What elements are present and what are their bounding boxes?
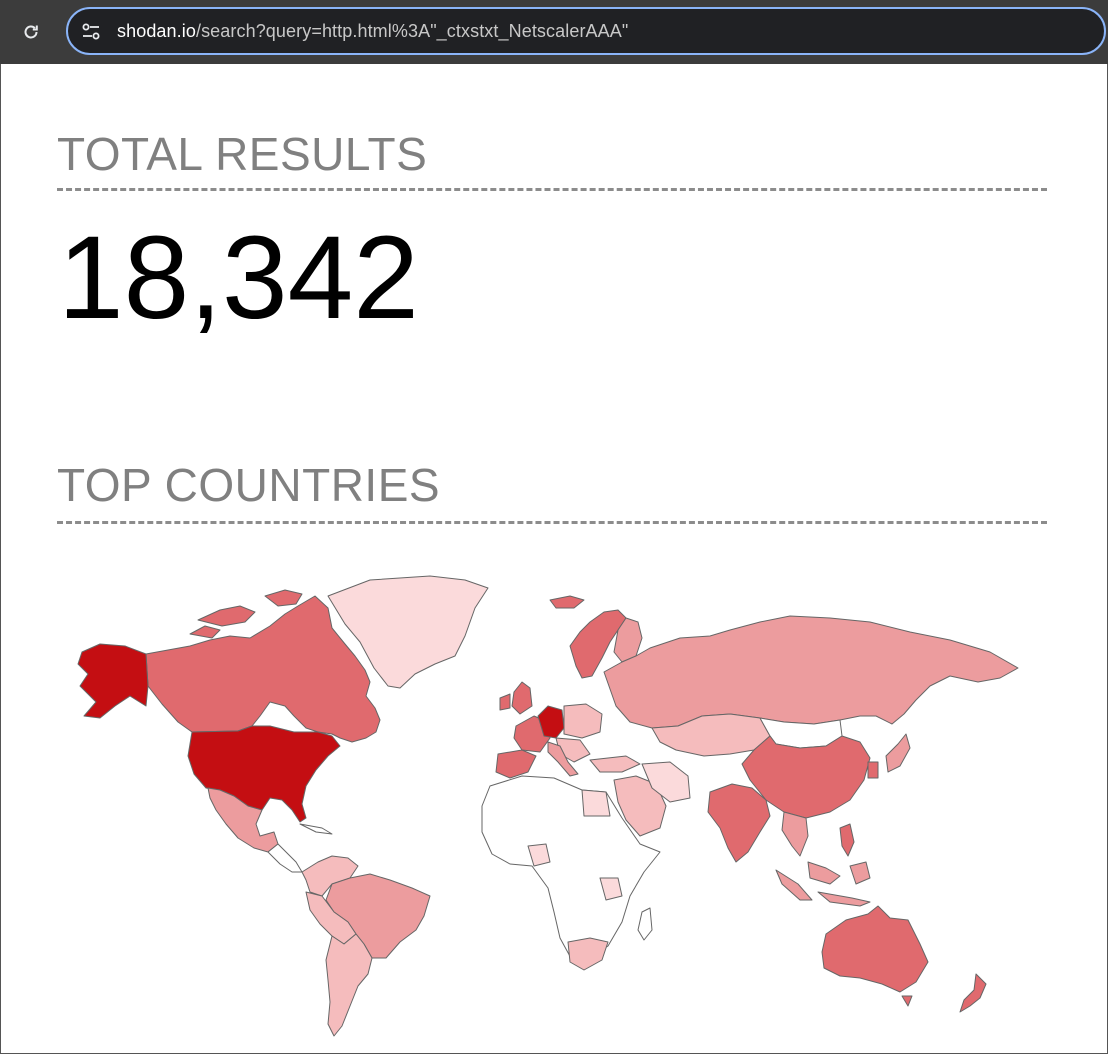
- top-countries-title: TOP COUNTRIES: [57, 459, 441, 511]
- total-results-value: 18,342: [58, 212, 419, 344]
- country-uk[interactable]: [511, 681, 533, 715]
- tune-icon[interactable]: [80, 21, 102, 43]
- browser-toolbar: shodan.io/search?query=http.html%3A"_ctx…: [0, 0, 1108, 64]
- country-argentina[interactable]: [325, 933, 373, 1037]
- country-southeast-asia[interactable]: [781, 811, 841, 885]
- country-australia[interactable]: [821, 905, 929, 993]
- country-ireland[interactable]: [499, 693, 511, 711]
- country-madagascar[interactable]: [637, 907, 653, 941]
- country-india[interactable]: [707, 783, 771, 863]
- country-egypt[interactable]: [581, 789, 611, 817]
- top-countries-divider: [57, 521, 1047, 524]
- world-map[interactable]: [70, 566, 1040, 1044]
- country-japan[interactable]: [885, 733, 911, 773]
- country-south-africa[interactable]: [567, 937, 609, 971]
- country-turkey[interactable]: [589, 755, 641, 773]
- country-alaska[interactable]: [77, 643, 149, 719]
- country-russia[interactable]: [603, 615, 1019, 729]
- reload-icon[interactable]: [18, 19, 44, 45]
- country-iceland[interactable]: [549, 595, 585, 609]
- url-path: /search?query=http.html%3A"_ctxstxt_Nets…: [195, 21, 629, 41]
- total-results-title: TOTAL RESULTS: [57, 128, 428, 180]
- country-usa[interactable]: [187, 725, 341, 823]
- url-text[interactable]: shodan.io/search?query=http.html%3A"_ctx…: [117, 21, 628, 42]
- country-tasmania[interactable]: [901, 995, 913, 1007]
- country-new-zealand[interactable]: [959, 973, 987, 1013]
- country-korea[interactable]: [867, 761, 879, 779]
- url-host: shodan.io: [117, 21, 196, 41]
- total-results-divider: [57, 188, 1047, 191]
- country-philippines[interactable]: [839, 823, 855, 857]
- address-bar[interactable]: shodan.io/search?query=http.html%3A"_ctx…: [66, 7, 1106, 55]
- country-spain[interactable]: [495, 749, 537, 779]
